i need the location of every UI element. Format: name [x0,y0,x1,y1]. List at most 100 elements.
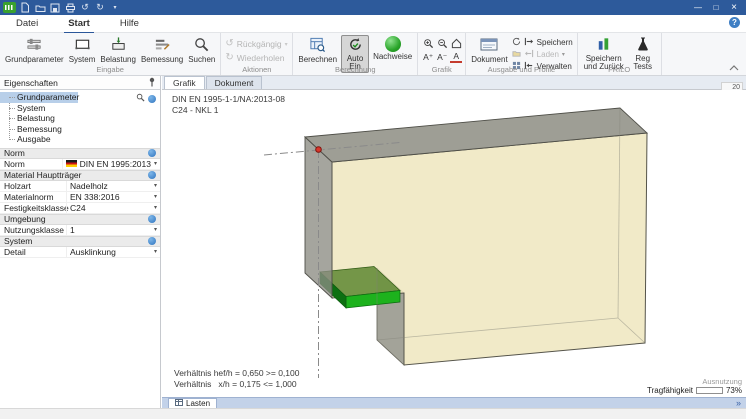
redo-action-button[interactable]: ↻ Wiederholen [225,52,287,64]
norm-select[interactable]: DIN EN 1995:2013 ▾ [62,159,160,169]
properties-sidebar: Eigenschaften Grundparameter System Bela… [0,76,161,408]
ribbon-group-label: Aktionen [221,65,292,74]
redo-action-icon: ↻ [225,53,233,63]
suchen-button[interactable]: Suchen [187,35,216,65]
dropdown-caret-icon: ▾ [154,182,157,189]
german-flag-icon [66,160,77,167]
tab-dokument[interactable]: Dokument [206,76,263,89]
calculate-icon [309,36,326,55]
window-controls: — □ × [689,1,743,14]
tab-datei[interactable]: Datei [14,16,40,31]
section-material: Material Hauptträger [0,170,160,181]
tree-search-icon[interactable] [136,93,145,104]
print-icon[interactable] [64,2,76,14]
tab-hilfe[interactable]: Hilfe [118,16,141,31]
ribbon: Grundparameter System Belastung Bemessun… [0,33,746,76]
nutzungsklasse-select[interactable]: 1 ▾ [66,225,160,235]
ribbon-group-aktionen: ↺ Rückgängig ▾ ↻ Wiederholen Aktionen [221,33,293,75]
utilization-label: Tragfähigkeit [647,386,693,395]
zoom-out-icon[interactable] [436,37,448,49]
font-decrease-icon[interactable]: A⁻ [436,51,448,63]
app-logo [3,2,16,13]
tree-item-ausgabe[interactable]: Ausgabe [0,134,160,145]
undo-action-button[interactable]: ↺ Rückgängig ▾ [225,38,287,50]
profile-laden-button[interactable]: Laden ▾ [512,49,573,60]
pin-icon[interactable] [148,77,156,89]
undo-icon[interactable]: ↺ [79,2,91,14]
tab-lasten[interactable]: Lasten [168,398,217,408]
section-collapse-icon[interactable] [148,237,156,245]
save-profile-icon [524,37,534,48]
section-collapse-icon[interactable] [148,149,156,157]
tree-item-bemessung[interactable]: Bemessung [0,124,160,135]
ribbon-group-eingabe: Grundparameter System Belastung Bemessun… [0,33,221,75]
berechnen-button[interactable]: Berechnen [297,35,338,65]
belastung-button[interactable]: Belastung [99,35,137,65]
tree-item-grundparameter[interactable]: Grundparameter [0,92,78,103]
dropdown-caret-icon: ▾ [154,204,157,211]
flask-icon [635,36,651,54]
save-icon[interactable] [49,2,61,14]
tree-item-system[interactable]: System [0,103,160,114]
materialnorm-select[interactable]: EN 338:2016 ▾ [66,192,160,202]
graphics-canvas[interactable]: DIN EN 1995-1-1/NA:2013-08 C24 - NKL 1 V… [162,90,746,397]
folder-small-icon [512,49,521,60]
font-color-icon[interactable]: A [450,51,462,63]
quick-access-caret-icon[interactable]: ▾ [109,2,121,14]
ratio-x-annotation: Verhältnis x/h = 0,175 <= 1,000 [174,379,297,389]
tab-start[interactable]: Start [66,16,92,31]
section-collapse-icon[interactable] [148,171,156,179]
ratio-hef-annotation: Verhältnis hef/h = 0,650 >= 0,100 [174,368,299,378]
section-norm: Norm [0,148,160,159]
undo-caret-icon: ▾ [285,41,288,48]
collapse-ribbon-icon[interactable] [729,63,739,73]
bemessung-icon [154,36,171,55]
nachweise-button[interactable]: Nachweise [372,35,413,62]
tree-item-belastung[interactable]: Belastung [0,113,160,124]
zoom-in-icon[interactable] [422,37,434,49]
utilization-block: Ausnutzung Tragfähigkeit 73% [647,377,742,395]
new-document-icon[interactable] [19,2,31,14]
system-button[interactable]: System [68,35,97,65]
undo-action-icon: ↺ [225,39,233,49]
auto-calc-icon [348,37,363,54]
help-icon[interactable]: ? [729,17,740,28]
bemessung-button[interactable]: Bemessung [140,35,184,65]
section-collapse-icon[interactable] [148,215,156,223]
zoom-reset-home-icon[interactable] [450,37,462,49]
open-file-icon[interactable] [34,2,46,14]
tab-grafik[interactable]: Grafik [164,76,205,89]
property-row: Norm DIN EN 1995:2013 ▾ [0,159,160,170]
norm-annotation: DIN EN 1995-1-1/NA:2013-08 [172,94,285,104]
ribbon-group-ausgabe: Dokument Speichern Laden ▾ [466,33,578,75]
font-increase-icon[interactable]: A⁺ [422,51,434,63]
maximize-button[interactable]: □ [707,1,725,14]
status-sphere-icon [385,36,401,52]
ribbon-group-grafik: A⁺ A⁻ A Grafik [418,33,466,75]
dokument-button[interactable]: Dokument [470,35,508,65]
utilization-bar [696,387,723,394]
more-tabs-icon[interactable]: » [736,398,746,408]
menu-bar: Datei Start Hilfe [0,15,746,33]
search-icon [193,36,210,55]
dropdown-caret-icon: ▾ [154,226,157,233]
close-button[interactable]: × [725,1,743,14]
ribbon-group-frilo: Speichern und Zurück Reg Tests FRILO [578,33,662,75]
title-bar: ↺ ↻ ▾ — □ × [0,0,746,15]
holzart-select[interactable]: Nadelholz ▾ [66,181,160,191]
navigation-tree: Grundparameter System Belastung Bemessun… [0,90,160,148]
bottom-tab-bar: Lasten » [162,397,746,408]
minimize-button[interactable]: — [689,1,707,14]
detail-select[interactable]: Ausklinkung ▾ [66,247,160,257]
laden-caret-icon: ▾ [562,51,565,58]
beam-3d-view [162,90,746,397]
tree-connect-icon[interactable] [148,95,156,103]
festigkeitsklasse-select[interactable]: C24 ▾ [66,203,160,213]
redo-icon[interactable]: ↻ [94,2,106,14]
frilo-bars-icon [595,36,612,54]
grundparameter-button[interactable]: Grundparameter [4,35,65,65]
property-row: Nutzungsklasse 1 ▾ [0,225,160,236]
reference-point-marker [316,147,322,153]
profile-speichern-button[interactable]: Speichern [512,37,573,48]
load-profile-icon [524,49,534,60]
